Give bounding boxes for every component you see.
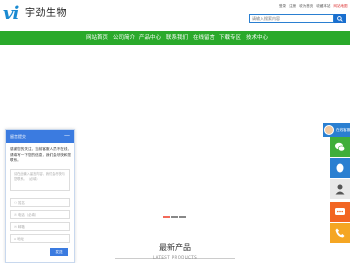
phone-field[interactable]: ✆ 电话（必填） <box>10 210 70 219</box>
email-placeholder: 邮箱 <box>17 225 25 229</box>
email-field[interactable]: ✉ 邮箱 <box>10 222 70 231</box>
chat-header[interactable]: 留言提交 — <box>6 130 74 143</box>
wechat-icon <box>335 142 346 152</box>
send-button[interactable]: 发送 <box>50 248 68 256</box>
chat-message: 感谢您的关注，当前客服人员不在线，请填写一下您的信息，我们会尽快和您联系。 <box>10 147 72 162</box>
message-textarea[interactable]: 请在此输入留言内容，我们会尽快与您联系。（必填） <box>10 169 70 191</box>
name-field[interactable]: ⚇ 姓名 <box>10 198 70 207</box>
nav-tech[interactable]: 技术中心 <box>246 31 268 45</box>
search-icon <box>337 16 343 22</box>
contact-person-button[interactable] <box>330 179 350 199</box>
company-name: 宇劲生物 <box>25 8 67 19</box>
sitemap-link[interactable]: 网站地图 <box>334 4 348 8</box>
banner-dot[interactable] <box>179 216 186 218</box>
message-icon <box>335 208 345 215</box>
address-field[interactable]: ⌂ 地址 <box>10 234 70 243</box>
banner-dot-active[interactable] <box>163 216 170 218</box>
user-icon <box>335 184 345 195</box>
login-link[interactable]: 登录 <box>279 4 286 8</box>
nav-guestbook[interactable]: 在线留言 <box>193 31 215 45</box>
wechat-button[interactable] <box>330 137 350 157</box>
name-placeholder: 姓名 <box>18 201 25 205</box>
main-nav: 网站首页 公司简介 产品中心 联系我们 在线留言 下载专区 技术中心 <box>0 31 350 45</box>
nav-about[interactable]: 公司简介 <box>113 31 135 45</box>
nav-downloads[interactable]: 下载专区 <box>219 31 241 45</box>
nav-products[interactable]: 产品中心 <box>139 31 161 45</box>
banner-dot[interactable] <box>171 216 178 218</box>
chat-widget: 留言提交 — 感谢您的关注，当前客服人员不在线，请填写一下您的信息，我们会尽快和… <box>5 129 75 263</box>
message-button[interactable] <box>330 202 350 222</box>
chat-title: 留言提交 <box>10 134 26 139</box>
phone-button[interactable] <box>330 223 350 243</box>
register-link[interactable]: 注册 <box>289 4 296 8</box>
search-input[interactable] <box>249 14 334 23</box>
qq-icon <box>336 163 344 173</box>
minimize-button[interactable]: — <box>64 130 70 142</box>
search-button[interactable] <box>334 14 346 23</box>
phone-placeholder: 电话（必填） <box>17 213 39 217</box>
set-homepage-link[interactable]: 收为首页 <box>299 4 313 8</box>
top-links: 登录 注册 收为首页 收藏本站 网站地图 <box>279 4 350 9</box>
nav-contact[interactable]: 联系我们 <box>166 31 188 45</box>
avatar <box>324 125 334 135</box>
bookmark-link[interactable]: 收藏本站 <box>316 4 330 8</box>
logo-mark[interactable]: vi <box>3 4 25 24</box>
address-placeholder: 地址 <box>17 237 25 241</box>
qq-button[interactable] <box>330 158 350 178</box>
phone-icon <box>335 228 345 238</box>
nav-home[interactable]: 网站首页 <box>86 31 108 45</box>
